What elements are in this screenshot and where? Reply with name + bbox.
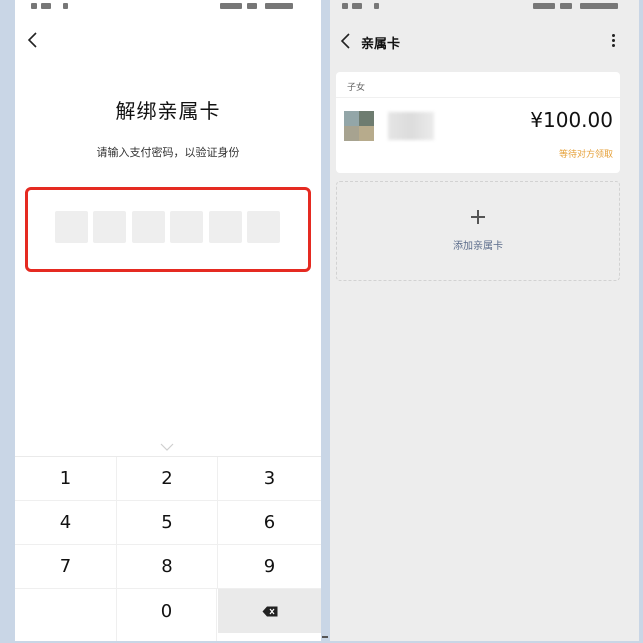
- card-relation-label: 子女: [347, 83, 366, 93]
- key-6[interactable]: 6: [218, 501, 321, 545]
- pin-digit-box[interactable]: [209, 211, 242, 243]
- chevron-down-icon[interactable]: [160, 437, 174, 451]
- status-icons: [533, 3, 555, 9]
- key-2[interactable]: 2: [117, 457, 218, 501]
- key-4[interactable]: 4: [15, 501, 117, 545]
- clock: [580, 3, 618, 9]
- key-9[interactable]: 9: [218, 545, 321, 589]
- delete-key[interactable]: [218, 589, 321, 633]
- blurred-nickname: [388, 112, 434, 140]
- status-bar: [330, 0, 639, 14]
- pin-digit-box[interactable]: [93, 211, 126, 243]
- key-3[interactable]: 3: [218, 457, 321, 501]
- key-8[interactable]: 8: [117, 545, 218, 589]
- plus-icon: [471, 210, 485, 224]
- status-bar: [15, 0, 321, 14]
- battery-icon: [247, 3, 257, 9]
- status-icons: [220, 3, 242, 9]
- backspace-icon: [262, 606, 277, 616]
- signal-icon: [31, 3, 37, 9]
- pin-digit-box[interactable]: [247, 211, 280, 243]
- page-title: 解绑亲属卡: [115, 99, 221, 123]
- wifi-icon: [352, 3, 362, 9]
- pin-digit-box[interactable]: [170, 211, 203, 243]
- back-icon[interactable]: [338, 32, 354, 50]
- key-5[interactable]: 5: [117, 501, 218, 545]
- notification-icon: [63, 3, 68, 9]
- number-keypad: 1 2 3 4 5 6 7 8 9 0: [15, 456, 321, 641]
- signal-icon: [342, 3, 348, 9]
- divider-mark: [322, 636, 328, 638]
- card-amount: ¥100.00: [530, 108, 613, 132]
- family-card-item[interactable]: 子女 ¥100.00 等待对方领取: [336, 72, 620, 173]
- pin-digit-box[interactable]: [132, 211, 165, 243]
- pin-digit-box[interactable]: [55, 211, 88, 243]
- notification-icon: [374, 3, 379, 9]
- add-card-label: 添加亲属卡: [453, 241, 503, 252]
- key-empty: [15, 589, 117, 641]
- unbind-password-screen: 解绑亲属卡 请输入支付密码，以验证身份 1 2 3 4 5 6 7 8 9 0: [15, 0, 321, 641]
- divider: [336, 97, 620, 98]
- key-0[interactable]: 0: [117, 589, 217, 641]
- key-7[interactable]: 7: [15, 545, 117, 589]
- card-status: 等待对方领取: [558, 150, 613, 160]
- clock: [265, 3, 293, 9]
- page-subtitle: 请输入支付密码，以验证身份: [96, 146, 240, 159]
- back-icon[interactable]: [23, 30, 43, 50]
- avatar: [344, 111, 374, 141]
- battery-icon: [560, 3, 572, 9]
- page-title: 亲属卡: [361, 37, 401, 52]
- more-icon[interactable]: [610, 34, 616, 50]
- add-family-card-button[interactable]: 添加亲属卡: [336, 181, 620, 281]
- family-card-screen: 亲属卡 子女 ¥100.00 等待对方领取 添加亲属卡: [330, 0, 639, 641]
- wifi-icon: [41, 3, 51, 9]
- key-1[interactable]: 1: [15, 457, 117, 501]
